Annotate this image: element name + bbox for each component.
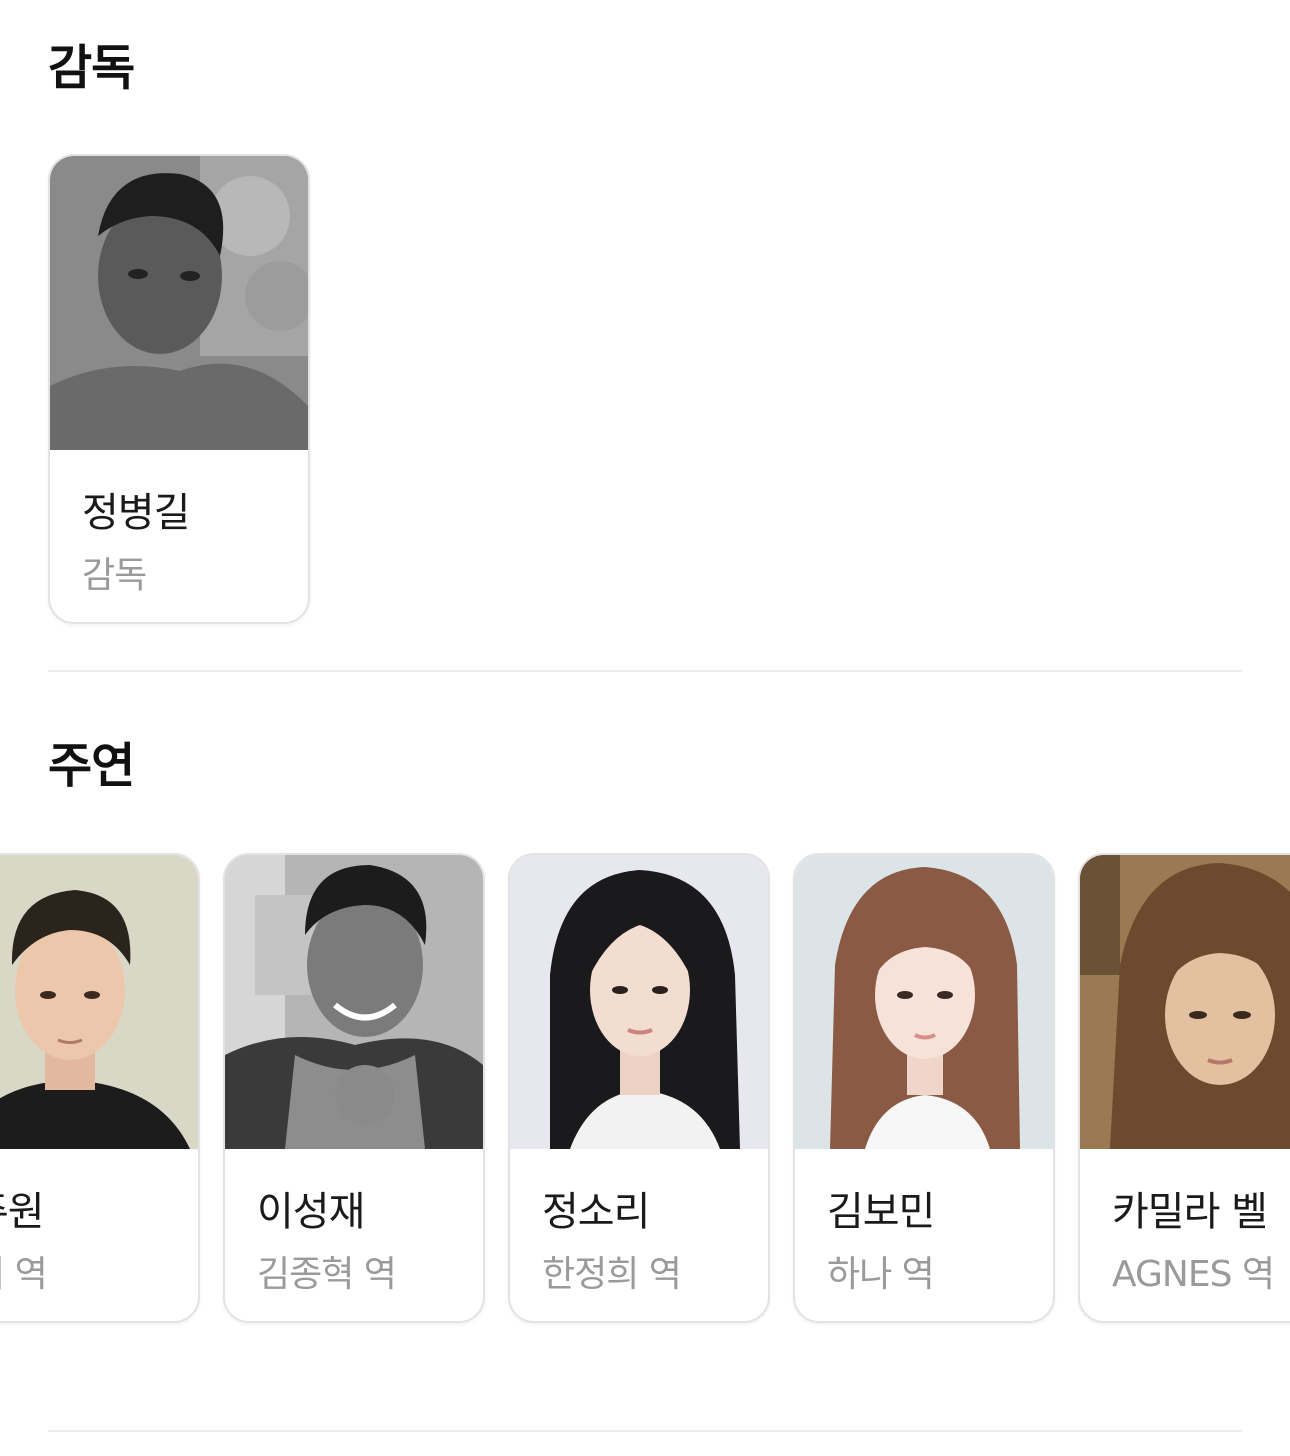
- cast-section-title: 주연: [48, 738, 135, 794]
- cast-name: 카밀라 벨: [1112, 1189, 1268, 1235]
- cast-name: 주원: [0, 1189, 45, 1235]
- cast-name: 이성재: [257, 1189, 365, 1235]
- director-photo: [50, 156, 308, 450]
- director-role: 감독: [82, 555, 147, 596]
- cast-list[interactable]: 주원 터 역 이성재 김종혁 역: [0, 853, 1290, 1383]
- person-photo-icon: [510, 855, 768, 1149]
- cast-card[interactable]: 이성재 김종혁 역: [223, 853, 485, 1323]
- director-name: 정병길: [82, 490, 190, 536]
- cast-name: 김보민: [827, 1189, 935, 1235]
- cast-photo: [0, 855, 198, 1149]
- director-section-title: 감독: [48, 40, 135, 96]
- cast-photo: [1080, 855, 1290, 1149]
- cast-role: 하나 역: [827, 1254, 935, 1295]
- section-divider: [48, 1430, 1242, 1432]
- person-photo-icon: [795, 855, 1053, 1149]
- director-list: 정병길 감독: [0, 154, 1290, 684]
- cast-role: AGNES 역: [1112, 1254, 1275, 1295]
- cast-role: 터 역: [0, 1254, 48, 1295]
- cast-photo: [225, 855, 483, 1149]
- person-photo-icon: [0, 855, 198, 1149]
- cast-card[interactable]: 김보민 하나 역: [793, 853, 1055, 1323]
- director-card[interactable]: 정병길 감독: [48, 154, 310, 624]
- cast-role: 한정희 역: [542, 1254, 682, 1295]
- cast-card[interactable]: 주원 터 역: [0, 853, 200, 1323]
- person-photo-icon: [50, 156, 308, 450]
- cast-name: 정소리: [542, 1189, 650, 1235]
- cast-card[interactable]: 카밀라 벨 AGNES 역: [1078, 853, 1290, 1323]
- cast-card[interactable]: 정소리 한정희 역: [508, 853, 770, 1323]
- section-divider: [48, 670, 1242, 672]
- cast-photo: [795, 855, 1053, 1149]
- person-photo-icon: [225, 855, 483, 1149]
- cast-role: 김종혁 역: [257, 1254, 397, 1295]
- cast-photo: [510, 855, 768, 1149]
- person-photo-icon: [1080, 855, 1290, 1149]
